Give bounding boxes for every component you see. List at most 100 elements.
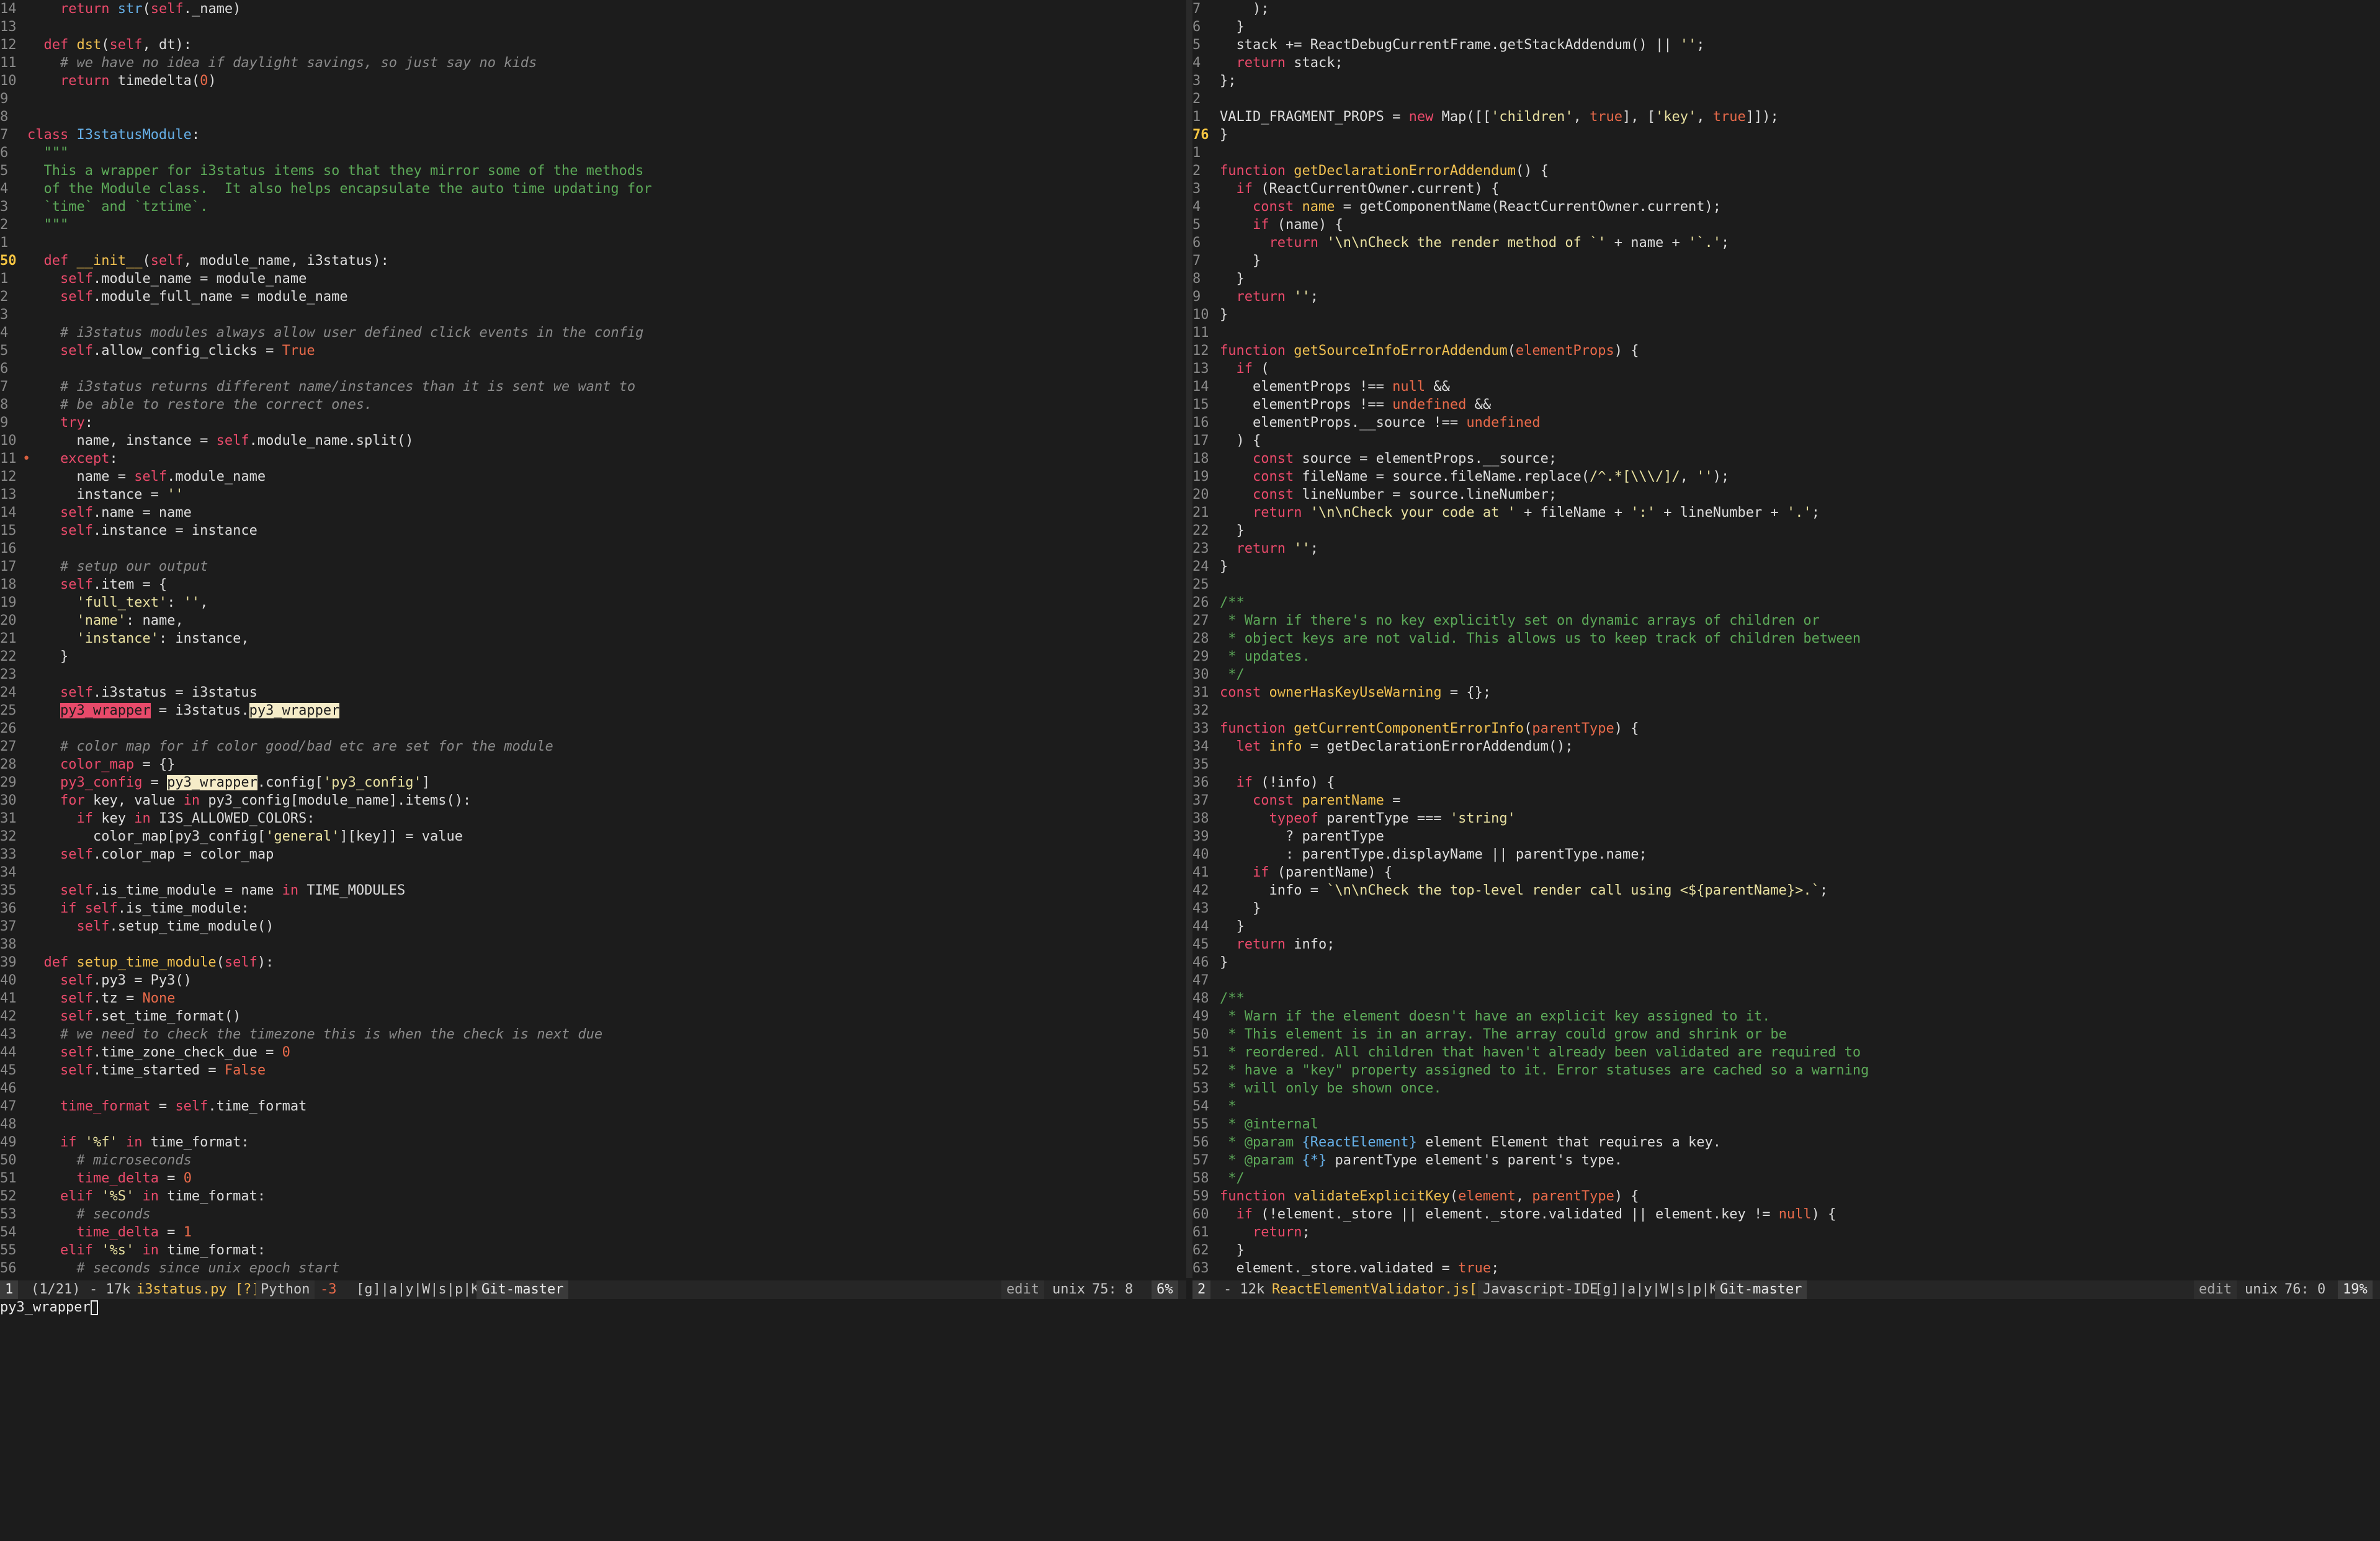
code-line[interactable]: 35 self.is_time_module = name in TIME_MO… [0,882,1186,900]
code-line[interactable]: 5 if (name) { [1192,216,2380,234]
code-line[interactable]: 14 return str(self._name) [0,0,1186,18]
code-line[interactable]: 25 [1192,576,2380,594]
code-line[interactable]: 51 * reordered. All children that haven'… [1192,1043,2380,1061]
code-line[interactable]: 5 stack += ReactDebugCurrentFrame.getSta… [1192,36,2380,54]
code-line[interactable]: 13 instance = '' [0,486,1186,504]
code-line[interactable]: 24 } [1192,558,2380,576]
code-line[interactable]: 36 if self.is_time_module: [0,900,1186,918]
code-line[interactable]: 37 self.setup_time_module() [0,918,1186,936]
code-line[interactable]: 7 ); [1192,0,2380,18]
code-line[interactable]: 43 # we need to check the timezone this … [0,1025,1186,1043]
code-line[interactable]: 56 # seconds since unix epoch start [0,1259,1186,1277]
code-line[interactable]: 11 [1192,324,2380,342]
code-line[interactable]: 62 } [1192,1241,2380,1259]
code-line[interactable]: 30 */ [1192,666,2380,684]
code-line[interactable]: 50 # microseconds [0,1151,1186,1169]
code-line[interactable]: 2 self.module_full_name = module_name [0,288,1186,306]
code-line[interactable]: 11 • except: [0,450,1186,468]
code-line[interactable]: 12 def dst(self, dt): [0,36,1186,54]
code-line[interactable]: 5 self.allow_config_clicks = True [0,342,1186,360]
code-line[interactable]: 21 return '\n\nCheck your code at ' + fi… [1192,504,2380,522]
code-line[interactable]: 17 # setup our output [0,558,1186,576]
code-line[interactable]: 26 /** [1192,594,2380,612]
code-line[interactable]: 13 if ( [1192,360,2380,378]
code-line[interactable]: 4 return stack; [1192,54,2380,72]
pane-divider[interactable] [1186,0,1192,1278]
code-line[interactable]: 42 info = `\n\nCheck the top-level rende… [1192,882,2380,900]
code-line[interactable]: 52 * have a "key" property assigned to i… [1192,1061,2380,1079]
code-line[interactable]: 34 let info = getDeclarationErrorAddendu… [1192,738,2380,756]
code-line[interactable]: 33 self.color_map = color_map [0,846,1186,864]
code-line[interactable]: 32 [1192,702,2380,720]
code-line[interactable]: 2 function getDeclarationErrorAddendum()… [1192,162,2380,180]
code-line[interactable]: 23 [0,666,1186,684]
code-line[interactable]: 29 * updates. [1192,648,2380,666]
code-line[interactable]: 1 VALID_FRAGMENT_PROPS = new Map([['chil… [1192,108,2380,126]
code-line[interactable]: 46 [0,1079,1186,1097]
file-name[interactable]: i3status.py [?] [132,1280,265,1299]
code-line[interactable]: 45 return info; [1192,936,2380,954]
code-line[interactable]: 31 if key in I3S_ALLOWED_COLORS: [0,810,1186,828]
code-line[interactable]: 9 try: [0,414,1186,432]
code-line[interactable]: 44 self.time_zone_check_due = 0 [0,1043,1186,1061]
code-line[interactable]: 25 py3_wrapper = i3status.py3_wrapper [0,702,1186,720]
code-line[interactable]: 43 } [1192,900,2380,918]
code-line[interactable]: 7 } [1192,252,2380,270]
code-line[interactable]: 4 # i3status modules always allow user d… [0,324,1186,342]
code-line[interactable]: 76 } [1192,126,2380,144]
code-line[interactable]: 40 : parentType.displayName || parentTyp… [1192,846,2380,864]
code-line[interactable]: 6 return '\n\nCheck the render method of… [1192,234,2380,252]
code-line[interactable]: 27 # color map for if color good/bad etc… [0,738,1186,756]
code-line[interactable]: 22 } [0,648,1186,666]
code-line[interactable]: 12 function getSourceInfoErrorAddendum(e… [1192,342,2380,360]
code-line[interactable]: 26 [0,720,1186,738]
code-line[interactable]: 8 [0,108,1186,126]
code-line[interactable]: 60 if (!element._store || element._store… [1192,1205,2380,1223]
code-line[interactable]: 29 py3_config = py3_wrapper.config['py3_… [0,774,1186,792]
code-line[interactable]: 4 of the Module class. It also helps enc… [0,180,1186,198]
code-line[interactable]: 10 } [1192,306,2380,324]
code-line[interactable]: 58 */ [1192,1169,2380,1187]
code-line[interactable]: 24 self.i3status = i3status [0,684,1186,702]
code-line[interactable]: 56 * @param {ReactElement} element Eleme… [1192,1133,2380,1151]
code-line[interactable]: 33 function getCurrentComponentErrorInfo… [1192,720,2380,738]
code-line[interactable]: 61 return; [1192,1223,2380,1241]
code-line[interactable]: 39 def setup_time_module(self): [0,954,1186,972]
code-line[interactable]: 40 self.py3 = Py3() [0,972,1186,989]
code-line[interactable]: 1 [0,234,1186,252]
code-line[interactable]: 51 time_delta = 0 [0,1169,1186,1187]
code-line[interactable]: 28 color_map = {} [0,756,1186,774]
code-line[interactable]: 42 self.set_time_format() [0,1007,1186,1025]
code-line[interactable]: 48 /** [1192,989,2380,1007]
code-line[interactable]: 4 const name = getComponentName(ReactCur… [1192,198,2380,216]
code-line[interactable]: 7 class I3statusModule: [0,126,1186,144]
code-line[interactable]: 49 if '%f' in time_format: [0,1133,1186,1151]
code-line[interactable]: 54 time_delta = 1 [0,1223,1186,1241]
code-line[interactable]: 18 self.item = { [0,576,1186,594]
code-line[interactable]: 20 'name': name, [0,612,1186,630]
code-line[interactable]: 13 [0,18,1186,36]
code-line[interactable]: 3 }; [1192,72,2380,90]
code-line[interactable]: 12 name = self.module_name [0,468,1186,486]
code-line[interactable]: 63 element._store.validated = true; [1192,1259,2380,1277]
code-line[interactable]: 6 """ [0,144,1186,162]
code-line[interactable]: 19 const fileName = source.fileName.repl… [1192,468,2380,486]
code-line[interactable]: 47 [1192,972,2380,989]
code-line[interactable]: 53 # seconds [0,1205,1186,1223]
code-line[interactable]: 37 const parentName = [1192,792,2380,810]
code-line[interactable]: 6 } [1192,18,2380,36]
code-line[interactable]: 19 'full_text': '', [0,594,1186,612]
code-line[interactable]: 44 } [1192,918,2380,936]
code-line[interactable]: 27 * Warn if there's no key explicitly s… [1192,612,2380,630]
code-line[interactable]: 15 self.instance = instance [0,522,1186,540]
command-line[interactable]: py3_wrapper [0,1299,2380,1316]
code-line[interactable]: 35 [1192,756,2380,774]
code-line[interactable]: 22 } [1192,522,2380,540]
code-line[interactable]: 3 [0,306,1186,324]
code-line[interactable]: 47 time_format = self.time_format [0,1097,1186,1115]
code-line[interactable]: 16 [0,540,1186,558]
code-line[interactable]: 18 const source = elementProps.__source; [1192,450,2380,468]
code-line[interactable]: 53 * will only be shown once. [1192,1079,2380,1097]
code-line[interactable]: 7 # i3status returns different name/inst… [0,378,1186,396]
code-line[interactable]: 8 } [1192,270,2380,288]
